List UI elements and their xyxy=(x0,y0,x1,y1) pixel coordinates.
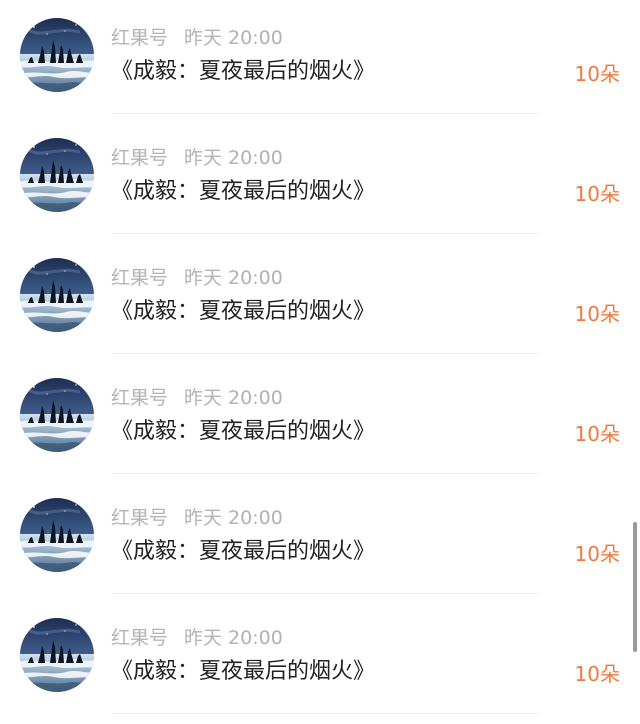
item-meta: 红果号 昨天 20:00 xyxy=(111,144,283,172)
item-meta: 红果号 昨天 20:00 xyxy=(111,24,283,52)
scrollbar[interactable] xyxy=(633,522,637,652)
item-title[interactable]: 《成毅：夏夜最后的烟火》 xyxy=(111,176,375,208)
avatar[interactable] xyxy=(20,18,94,92)
timestamp: 昨天 20:00 xyxy=(184,627,283,649)
author-name: 红果号 xyxy=(111,27,169,49)
item-title[interactable]: 《成毅：夏夜最后的烟火》 xyxy=(111,296,375,328)
list-item[interactable]: 红果号 昨天 20:00 《成毅：夏夜最后的烟火》 10朵 xyxy=(0,360,640,480)
list-item[interactable]: 红果号 昨天 20:00 《成毅：夏夜最后的烟火》 10朵 xyxy=(0,240,640,360)
timestamp: 昨天 20:00 xyxy=(184,387,283,409)
list-item[interactable]: 红果号 昨天 20:00 《成毅：夏夜最后的烟火》 10朵 xyxy=(0,600,640,720)
author-name: 红果号 xyxy=(111,627,169,649)
timestamp: 昨天 20:00 xyxy=(184,267,283,289)
avatar[interactable] xyxy=(20,378,94,452)
flower-count: 10朵 xyxy=(574,422,620,446)
flower-count: 10朵 xyxy=(574,542,620,566)
avatar[interactable] xyxy=(20,498,94,572)
item-meta: 红果号 昨天 20:00 xyxy=(111,384,283,412)
divider xyxy=(111,593,540,594)
divider xyxy=(111,233,540,234)
author-name: 红果号 xyxy=(111,147,169,169)
timestamp: 昨天 20:00 xyxy=(184,27,283,49)
divider xyxy=(111,353,540,354)
author-name: 红果号 xyxy=(111,387,169,409)
list-item[interactable]: 红果号 昨天 20:00 《成毅：夏夜最后的烟火》 10朵 xyxy=(0,0,640,120)
item-title[interactable]: 《成毅：夏夜最后的烟火》 xyxy=(111,56,375,88)
avatar[interactable] xyxy=(20,618,94,692)
divider xyxy=(111,473,540,474)
item-meta: 红果号 昨天 20:00 xyxy=(111,504,283,532)
item-meta: 红果号 昨天 20:00 xyxy=(111,624,283,652)
divider xyxy=(111,713,540,714)
item-title[interactable]: 《成毅：夏夜最后的烟火》 xyxy=(111,536,375,568)
author-name: 红果号 xyxy=(111,507,169,529)
item-title[interactable]: 《成毅：夏夜最后的烟火》 xyxy=(111,416,375,448)
flower-count: 10朵 xyxy=(574,662,620,686)
flower-count: 10朵 xyxy=(574,62,620,86)
message-list[interactable]: 红果号 昨天 20:00 《成毅：夏夜最后的烟火》 10朵 红果号 昨天 20:00… xyxy=(0,0,640,724)
item-title[interactable]: 《成毅：夏夜最后的烟火》 xyxy=(111,656,375,688)
avatar[interactable] xyxy=(20,138,94,212)
item-meta: 红果号 昨天 20:00 xyxy=(111,264,283,292)
flower-count: 10朵 xyxy=(574,302,620,326)
timestamp: 昨天 20:00 xyxy=(184,147,283,169)
list-item[interactable]: 红果号 昨天 20:00 《成毅：夏夜最后的烟火》 10朵 xyxy=(0,480,640,600)
avatar[interactable] xyxy=(20,258,94,332)
flower-count: 10朵 xyxy=(574,182,620,206)
list-item[interactable]: 红果号 昨天 20:00 《成毅：夏夜最后的烟火》 10朵 xyxy=(0,120,640,240)
divider xyxy=(111,113,540,114)
author-name: 红果号 xyxy=(111,267,169,289)
timestamp: 昨天 20:00 xyxy=(184,507,283,529)
